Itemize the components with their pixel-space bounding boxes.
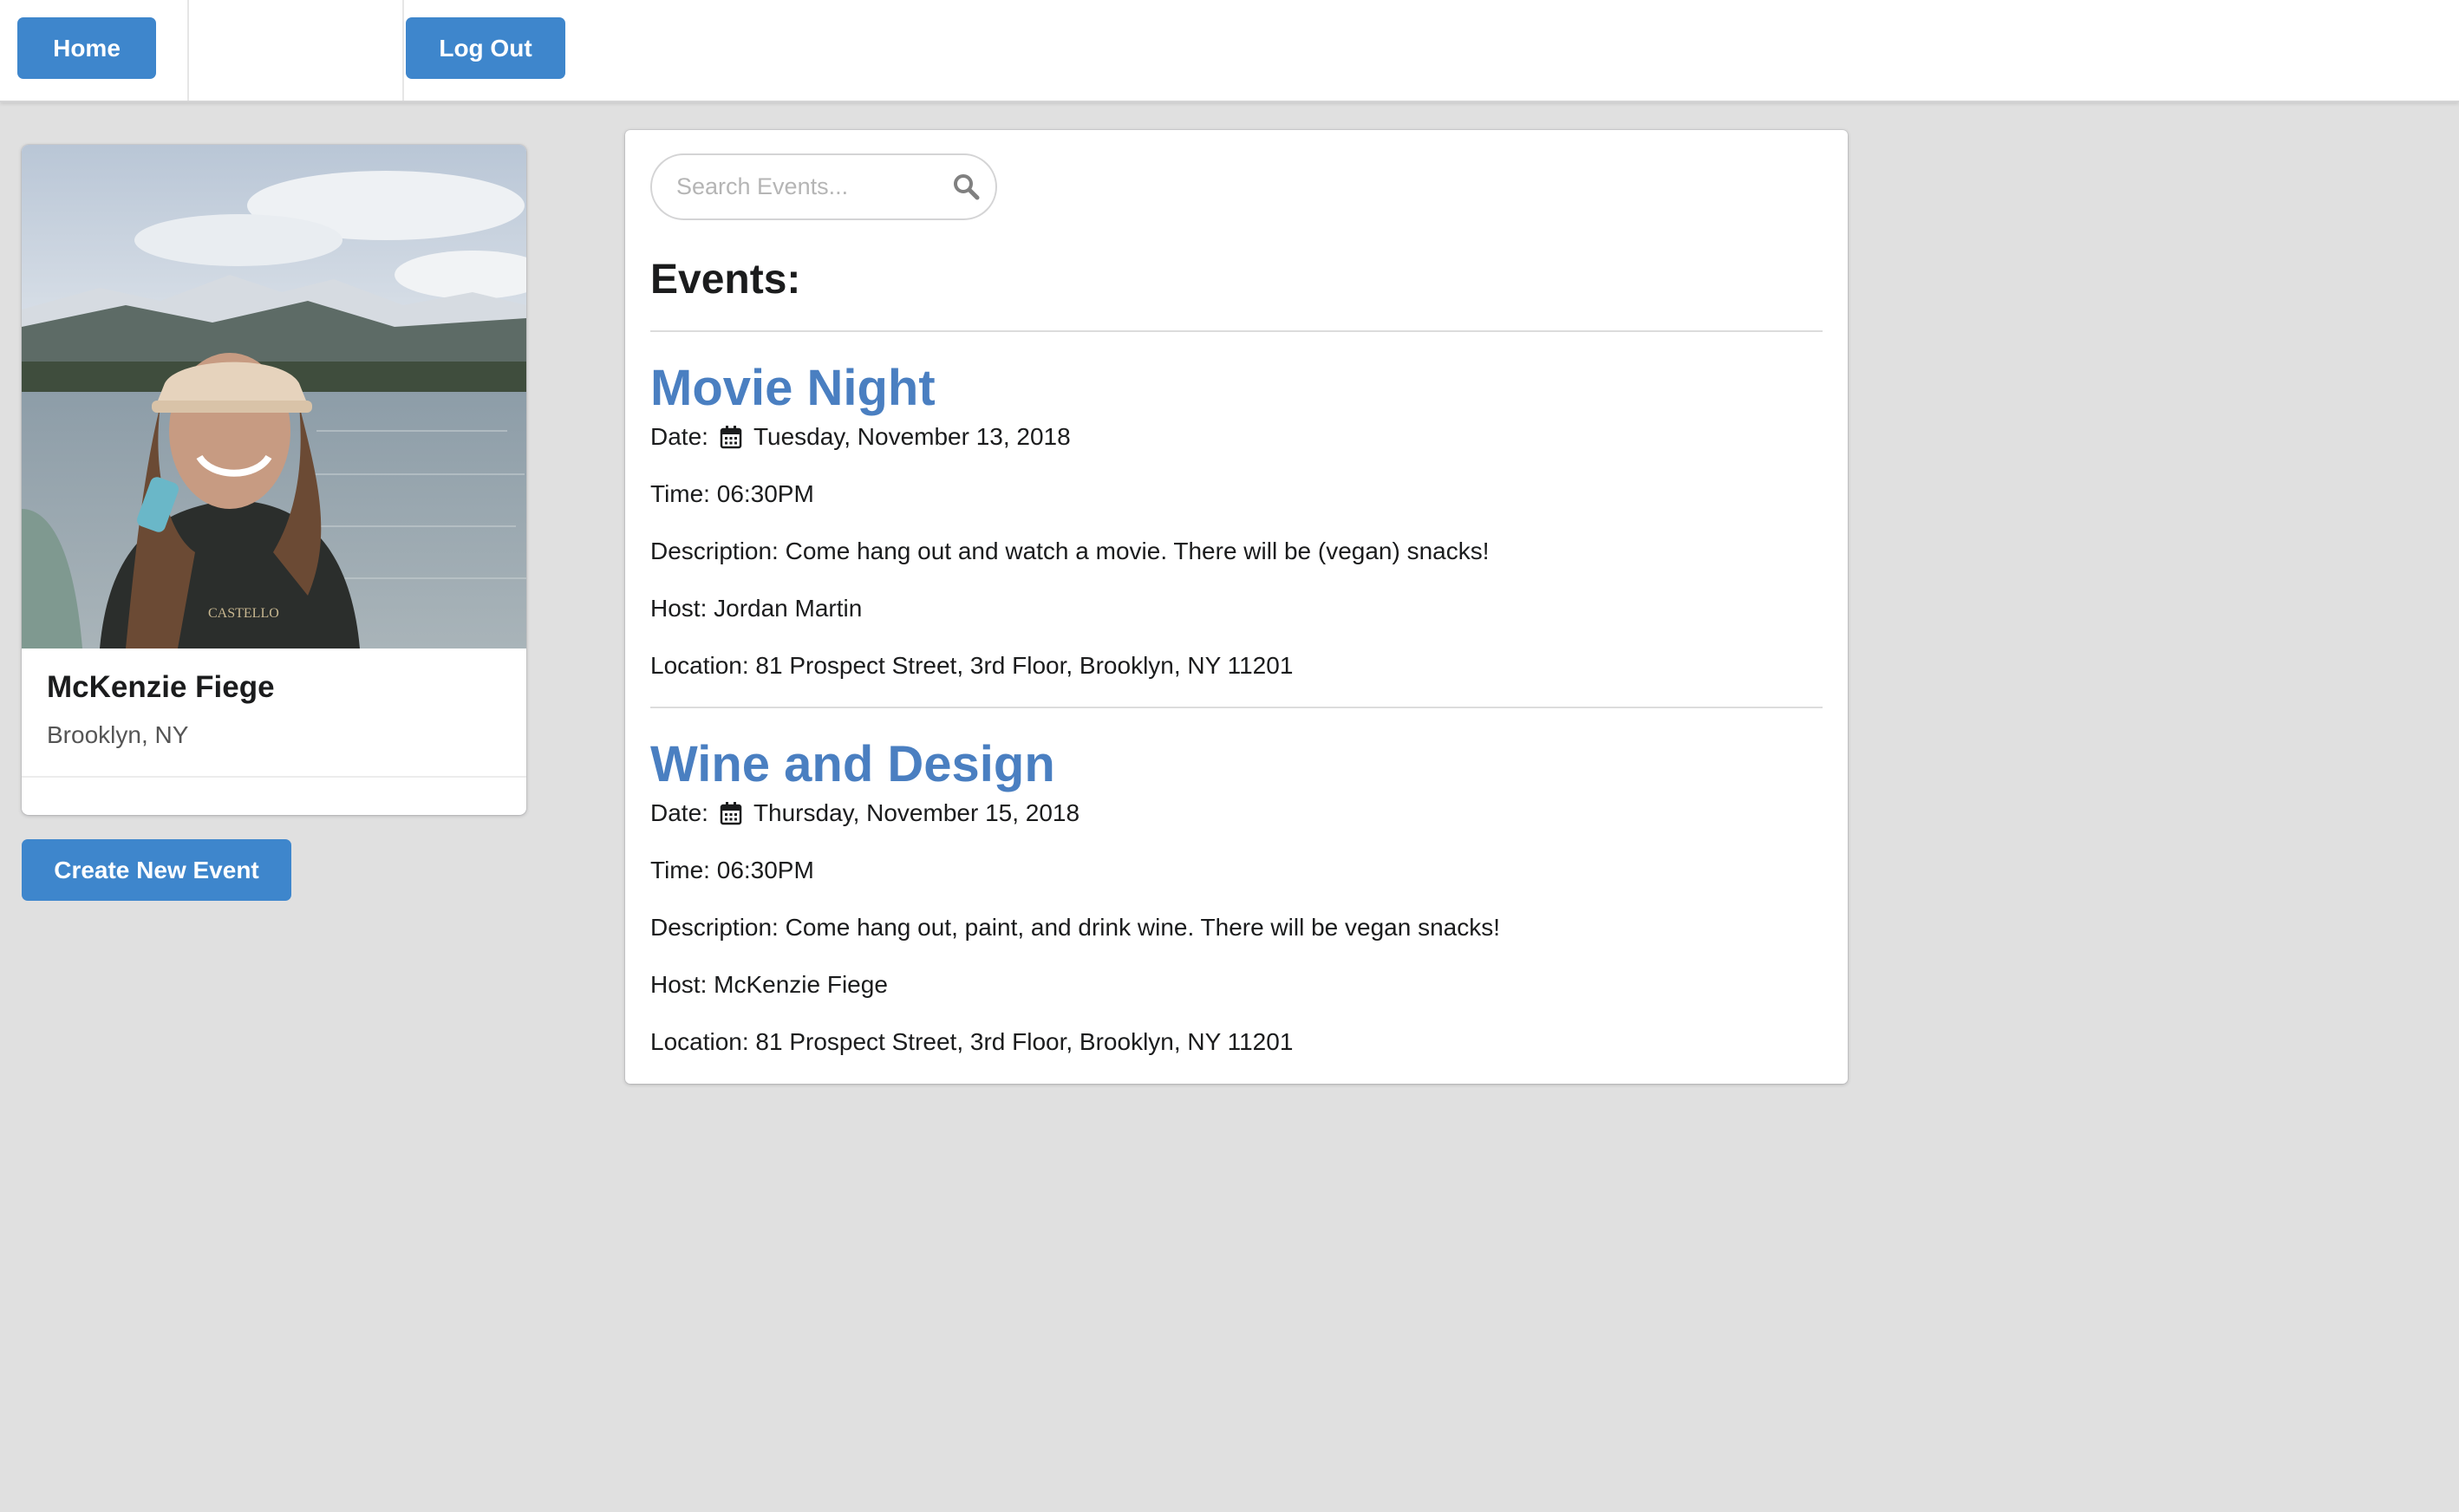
- top-menu-bar: Home Log Out: [0, 0, 2459, 102]
- event-description: Description: Come hang out and watch a m…: [650, 538, 1490, 564]
- events-heading: Events:: [650, 257, 801, 303]
- date-label: Date:: [650, 423, 708, 450]
- event-title-movie-night[interactable]: Movie Night: [650, 359, 936, 417]
- profile-extra-content: [22, 776, 526, 815]
- event-description: Description: Come hang out, paint, and d…: [650, 914, 1501, 941]
- search-box: [650, 153, 997, 220]
- profile-card: CASTELLO McKenzie Fiege Brooklyn, NY: [22, 145, 526, 815]
- event-date-value: Thursday, November 15, 2018: [753, 799, 1080, 826]
- date-label: Date:: [650, 799, 708, 826]
- svg-text:CASTELLO: CASTELLO: [208, 606, 279, 621]
- divider: [650, 707, 1823, 708]
- create-new-event-button[interactable]: Create New Event: [22, 839, 291, 901]
- menu-item-logout: Log Out: [189, 0, 565, 101]
- event-time: Time: 06:30PM: [650, 480, 814, 507]
- menu-item-home: Home: [0, 0, 189, 101]
- home-button[interactable]: Home: [17, 17, 156, 79]
- profile-location: Brooklyn, NY: [47, 721, 189, 748]
- event-location: Location: 81 Prospect Street, 3rd Floor,…: [650, 1028, 1294, 1055]
- profile-name: McKenzie Fiege: [47, 670, 275, 704]
- search-icon[interactable]: [952, 173, 980, 200]
- calendar-icon: [720, 802, 742, 825]
- events-panel: Events: Movie Night Date: Tuesday, Novem…: [625, 130, 1848, 1084]
- event-date: Date: Tuesday, November 13, 2018: [650, 423, 1071, 451]
- divider: [650, 330, 1823, 332]
- calendar-icon: [720, 426, 742, 449]
- event-time: Time: 06:30PM: [650, 857, 814, 883]
- event-date: Date: Thursday, November 15, 2018: [650, 799, 1079, 827]
- profile-photo: CASTELLO: [22, 145, 526, 648]
- event-host: Host: McKenzie Fiege: [650, 971, 888, 998]
- search-input[interactable]: [676, 155, 945, 218]
- event-location: Location: 81 Prospect Street, 3rd Floor,…: [650, 652, 1294, 679]
- event-date-value: Tuesday, November 13, 2018: [753, 423, 1071, 450]
- logout-button[interactable]: Log Out: [406, 17, 565, 79]
- event-title-wine-and-design[interactable]: Wine and Design: [650, 735, 1055, 793]
- event-host: Host: Jordan Martin: [650, 595, 863, 622]
